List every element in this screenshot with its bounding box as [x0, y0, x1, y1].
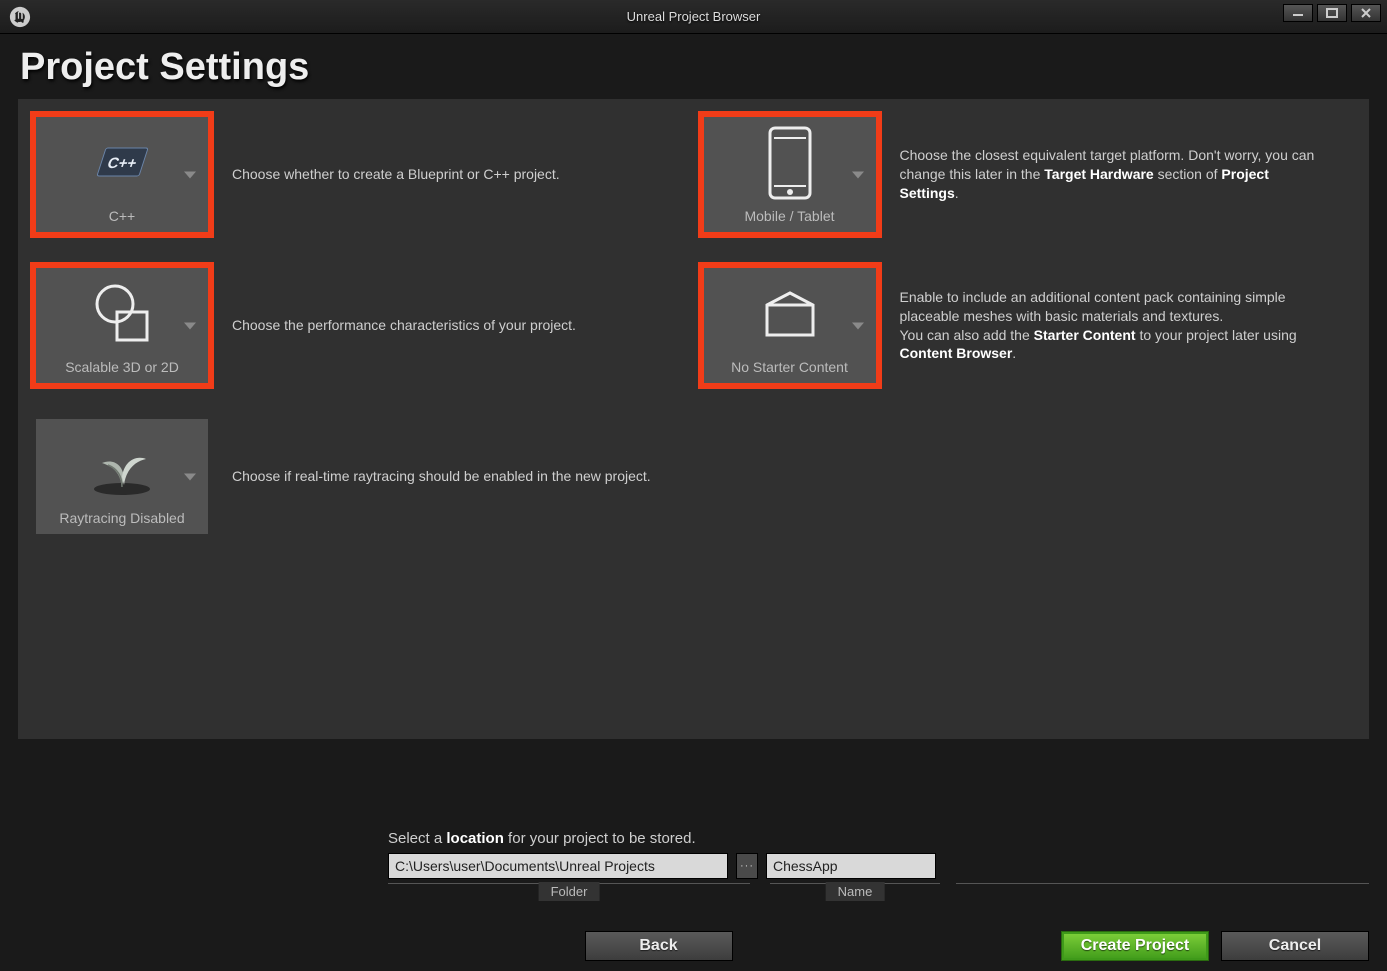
quality-preset-dropdown[interactable]: Scalable 3D or 2D — [36, 268, 208, 383]
minimize-button[interactable] — [1283, 4, 1313, 22]
starter-content-description: Enable to include an additional content … — [900, 288, 1320, 364]
title-bar: Unreal Project Browser — [0, 0, 1387, 34]
close-button[interactable] — [1351, 4, 1381, 22]
mobile-icon — [704, 117, 876, 208]
folder-input[interactable] — [388, 853, 728, 879]
target-platform-description: Choose the closest equivalent target pla… — [900, 146, 1320, 203]
quality-preset-label: Scalable 3D or 2D — [65, 359, 179, 375]
window-title: Unreal Project Browser — [0, 9, 1387, 24]
cpp-icon: C++ — [36, 117, 208, 208]
location-prompt: Select a location for your project to be… — [388, 830, 1369, 847]
chevron-down-icon — [184, 322, 196, 329]
name-label: Name — [826, 882, 885, 901]
chevron-down-icon — [184, 171, 196, 178]
plant-icon — [36, 419, 208, 510]
target-platform-label: Mobile / Tablet — [744, 208, 834, 224]
chevron-down-icon — [184, 473, 196, 480]
maximize-button[interactable] — [1317, 4, 1347, 22]
create-project-button[interactable]: Create Project — [1061, 931, 1209, 961]
browse-folder-button[interactable]: ··· — [736, 853, 758, 879]
back-button[interactable]: Back — [585, 931, 733, 961]
cancel-button[interactable]: Cancel — [1221, 931, 1369, 961]
folder-label: Folder — [539, 882, 600, 901]
bottom-bar: Select a location for your project to be… — [0, 822, 1387, 967]
code-type-label: C++ — [109, 208, 135, 224]
code-type-dropdown[interactable]: C++ C++ — [36, 117, 208, 232]
page-title: Project Settings — [20, 46, 1367, 89]
target-platform-dropdown[interactable]: Mobile / Tablet — [704, 117, 876, 232]
chevron-down-icon — [852, 322, 864, 329]
page-header: Project Settings — [0, 34, 1387, 99]
raytracing-label: Raytracing Disabled — [59, 510, 184, 526]
quality-preset-description: Choose the performance characteristics o… — [232, 316, 576, 335]
project-name-input[interactable] — [766, 853, 936, 879]
starter-content-dropdown[interactable]: No Starter Content — [704, 268, 876, 383]
svg-text:C++: C++ — [105, 155, 139, 172]
settings-panel: C++ C++ Choose whether to create a Bluep… — [18, 99, 1369, 739]
chevron-down-icon — [852, 171, 864, 178]
raytracing-description: Choose if real-time raytracing should be… — [232, 467, 651, 486]
scalable-icon — [36, 268, 208, 359]
unreal-logo-icon — [6, 3, 34, 31]
code-type-description: Choose whether to create a Blueprint or … — [232, 165, 560, 184]
box-icon — [704, 268, 876, 359]
raytracing-dropdown[interactable]: Raytracing Disabled — [36, 419, 208, 534]
starter-content-label: No Starter Content — [731, 359, 848, 375]
